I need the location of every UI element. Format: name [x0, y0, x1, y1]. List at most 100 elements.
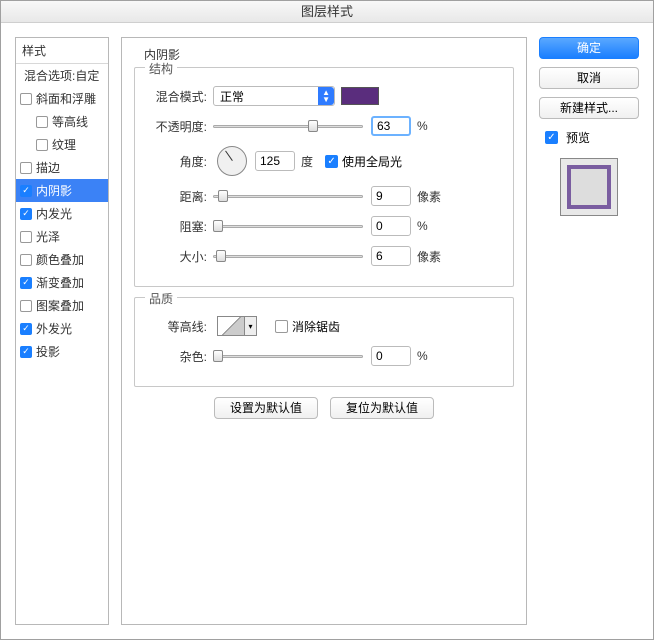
- main-panel: 内阴影 结构 混合模式: 正常 ▲▼ 不透明度:: [121, 37, 527, 625]
- reset-default-button[interactable]: 复位为默认值: [330, 397, 434, 419]
- sidebar-header[interactable]: 样式: [16, 38, 108, 64]
- sidebar-item-6[interactable]: 光泽: [16, 225, 108, 248]
- sidebar-checkbox[interactable]: [20, 254, 32, 266]
- quality-group: 品质 等高线: ▾ 消除锯齿 杂色:: [134, 297, 514, 387]
- distance-input[interactable]: [371, 186, 411, 206]
- preview-checkbox[interactable]: [545, 131, 558, 144]
- quality-label: 品质: [145, 290, 177, 307]
- sidebar-item-4[interactable]: 内阴影: [16, 179, 108, 202]
- panel-title: 内阴影: [144, 46, 514, 63]
- noise-row: 杂色: %: [147, 344, 501, 368]
- sidebar-checkbox[interactable]: [20, 346, 32, 358]
- spread-label: 阻塞:: [147, 218, 207, 235]
- angle-unit: 度: [301, 153, 313, 170]
- noise-slider[interactable]: [213, 349, 363, 363]
- sidebar-blend-options[interactable]: 混合选项:自定: [16, 64, 108, 87]
- make-default-button[interactable]: 设置为默认值: [214, 397, 318, 419]
- contour-picker[interactable]: [217, 316, 245, 336]
- preview-thumbnail: [560, 158, 618, 216]
- global-light-label: 使用全局光: [342, 153, 402, 170]
- spread-input[interactable]: [371, 216, 411, 236]
- sidebar-checkbox[interactable]: [20, 162, 32, 174]
- antialias-label: 消除锯齿: [292, 318, 340, 335]
- sidebar-checkbox[interactable]: [20, 323, 32, 335]
- sidebar-item-label: 内发光: [36, 205, 72, 222]
- window-title: 图层样式: [1, 1, 653, 23]
- opacity-row: 不透明度: %: [147, 114, 501, 138]
- select-arrows-icon: ▲▼: [322, 89, 330, 103]
- right-column: 确定 取消 新建样式... 预览: [539, 37, 639, 625]
- distance-slider[interactable]: [213, 189, 363, 203]
- ok-button[interactable]: 确定: [539, 37, 639, 59]
- sidebar-item-8[interactable]: 渐变叠加: [16, 271, 108, 294]
- opacity-input[interactable]: [371, 116, 411, 136]
- sidebar-checkbox[interactable]: [20, 208, 32, 220]
- styles-sidebar: 样式 混合选项:自定 斜面和浮雕等高线纹理描边内阴影内发光光泽颜色叠加渐变叠加图…: [15, 37, 109, 625]
- size-slider[interactable]: [213, 249, 363, 263]
- sidebar-item-label: 颜色叠加: [36, 251, 84, 268]
- sidebar-checkbox[interactable]: [20, 93, 32, 105]
- noise-input[interactable]: [371, 346, 411, 366]
- sidebar-item-label: 外发光: [36, 320, 72, 337]
- contour-row: 等高线: ▾ 消除锯齿: [147, 314, 501, 338]
- sidebar-item-10[interactable]: 外发光: [16, 317, 108, 340]
- sidebar-checkbox[interactable]: [36, 139, 48, 151]
- noise-label: 杂色:: [147, 348, 207, 365]
- sidebar-item-9[interactable]: 图案叠加: [16, 294, 108, 317]
- contour-dropdown-icon[interactable]: ▾: [245, 316, 257, 336]
- sidebar-item-11[interactable]: 投影: [16, 340, 108, 363]
- global-light-checkbox[interactable]: [325, 155, 338, 168]
- sidebar-item-2[interactable]: 纹理: [16, 133, 108, 156]
- sidebar-checkbox[interactable]: [20, 185, 32, 197]
- size-row: 大小: 像素: [147, 244, 501, 268]
- angle-label: 角度:: [147, 153, 207, 170]
- sidebar-checkbox[interactable]: [20, 300, 32, 312]
- content: 样式 混合选项:自定 斜面和浮雕等高线纹理描边内阴影内发光光泽颜色叠加渐变叠加图…: [1, 23, 653, 639]
- size-unit: 像素: [417, 248, 441, 265]
- noise-unit: %: [417, 349, 428, 363]
- sidebar-checkbox[interactable]: [36, 116, 48, 128]
- blend-mode-label: 混合模式:: [147, 88, 207, 105]
- size-label: 大小:: [147, 248, 207, 265]
- layer-style-dialog: 图层样式 样式 混合选项:自定 斜面和浮雕等高线纹理描边内阴影内发光光泽颜色叠加…: [0, 0, 654, 640]
- blend-mode-select[interactable]: 正常 ▲▼: [213, 86, 335, 106]
- bottom-buttons: 设置为默认值 复位为默认值: [134, 397, 514, 419]
- sidebar-item-5[interactable]: 内发光: [16, 202, 108, 225]
- sidebar-checkbox[interactable]: [20, 277, 32, 289]
- sidebar-item-0[interactable]: 斜面和浮雕: [16, 87, 108, 110]
- angle-dial[interactable]: [217, 146, 247, 176]
- spread-slider[interactable]: [213, 219, 363, 233]
- distance-label: 距离:: [147, 188, 207, 205]
- cancel-button[interactable]: 取消: [539, 67, 639, 89]
- sidebar-item-7[interactable]: 颜色叠加: [16, 248, 108, 271]
- sidebar-item-label: 描边: [36, 159, 60, 176]
- sidebar-item-label: 纹理: [52, 136, 76, 153]
- new-style-button[interactable]: 新建样式...: [539, 97, 639, 119]
- sidebar-item-3[interactable]: 描边: [16, 156, 108, 179]
- sidebar-item-label: 光泽: [36, 228, 60, 245]
- angle-input[interactable]: [255, 151, 295, 171]
- color-swatch[interactable]: [341, 87, 379, 105]
- opacity-unit: %: [417, 119, 428, 133]
- size-input[interactable]: [371, 246, 411, 266]
- sidebar-checkbox[interactable]: [20, 231, 32, 243]
- structure-label: 结构: [145, 60, 177, 77]
- sidebar-item-label: 内阴影: [36, 182, 72, 199]
- distance-unit: 像素: [417, 188, 441, 205]
- spread-unit: %: [417, 219, 428, 233]
- distance-row: 距离: 像素: [147, 184, 501, 208]
- sidebar-item-1[interactable]: 等高线: [16, 110, 108, 133]
- angle-row: 角度: 度 使用全局光: [147, 144, 501, 178]
- preview-row: 预览: [545, 129, 639, 146]
- preview-label: 预览: [566, 129, 590, 146]
- contour-label: 等高线:: [147, 318, 207, 335]
- sidebar-item-label: 等高线: [52, 113, 88, 130]
- spread-row: 阻塞: %: [147, 214, 501, 238]
- sidebar-item-label: 投影: [36, 343, 60, 360]
- sidebar-item-label: 斜面和浮雕: [36, 90, 96, 107]
- structure-group: 结构 混合模式: 正常 ▲▼ 不透明度:: [134, 67, 514, 287]
- opacity-slider[interactable]: [213, 119, 363, 133]
- sidebar-item-label: 渐变叠加: [36, 274, 84, 291]
- main-panel-wrap: 内阴影 结构 混合模式: 正常 ▲▼ 不透明度:: [121, 37, 527, 625]
- antialias-checkbox[interactable]: [275, 320, 288, 333]
